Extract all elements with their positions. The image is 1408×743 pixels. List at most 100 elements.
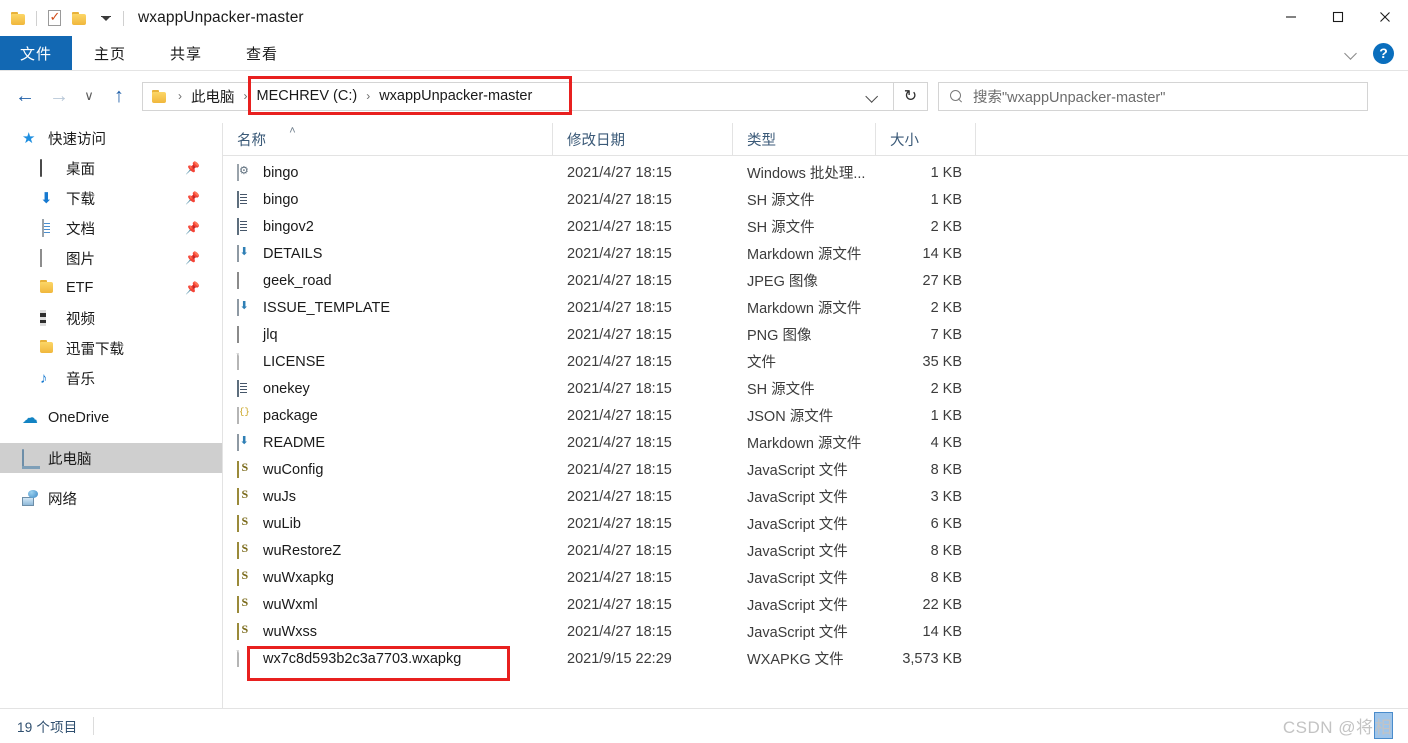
tab-home[interactable]: 主页 [72,36,148,70]
file-list-pane[interactable]: 名称 ˄ 修改日期 类型 大小 bingo2021/4/27 18:15Wind… [222,123,1408,708]
table-row[interactable]: bingov22021/4/27 18:15SH 源文件2 KB [223,213,1408,240]
column-header-date[interactable]: 修改日期 [553,123,733,156]
cell-name[interactable]: onekey [223,380,553,397]
sidebar-item-quick-access[interactable]: ★ 快速访问 [0,123,222,153]
cell-name[interactable]: wuRestoreZ [223,542,553,559]
table-row[interactable]: wuJs2021/4/27 18:15JavaScript 文件3 KB [223,483,1408,510]
pin-icon[interactable]: 📌 [185,281,200,295]
qat-divider-2 [123,11,124,26]
properties-icon[interactable] [41,5,67,31]
table-row[interactable]: wx7c8d593b2c3a7703.wxapkg2021/9/15 22:29… [223,645,1408,672]
pin-icon[interactable]: 📌 [185,251,200,265]
cell-name[interactable]: ISSUE_TEMPLATE [223,299,553,316]
table-row[interactable]: onekey2021/4/27 18:15SH 源文件2 KB [223,375,1408,402]
cell-name[interactable]: wx7c8d593b2c3a7703.wxapkg [223,650,553,667]
up-button[interactable]: ↑ [102,79,136,113]
pin-icon[interactable]: 📌 [185,221,200,235]
file-name-label: wx7c8d593b2c3a7703.wxapkg [263,651,461,667]
search-box[interactable]: 搜索"wxappUnpacker-master" [938,82,1368,111]
table-row[interactable]: DETAILS2021/4/27 18:15Markdown 源文件14 KB [223,240,1408,267]
cell-name[interactable]: wuWxml [223,596,553,613]
table-row[interactable]: README2021/4/27 18:15Markdown 源文件4 KB [223,429,1408,456]
table-row[interactable]: package2021/4/27 18:15JSON 源文件1 KB [223,402,1408,429]
table-row[interactable]: wuLib2021/4/27 18:15JavaScript 文件6 KB [223,510,1408,537]
sidebar-item-pictures[interactable]: 图片 📌 [0,243,222,273]
cell-date: 2021/4/27 18:15 [553,165,733,181]
minimize-button[interactable] [1267,0,1314,34]
sidebar-item-downloads[interactable]: ⬇ 下载 📌 [0,183,222,213]
table-row[interactable]: wuRestoreZ2021/4/27 18:15JavaScript 文件8 … [223,537,1408,564]
table-row[interactable]: ISSUE_TEMPLATE2021/4/27 18:15Markdown 源文… [223,294,1408,321]
breadcrumb[interactable]: › 此电脑 › MECHREV (C:) › wxappUnpacker-mas… [142,82,894,111]
table-row[interactable]: LICENSE2021/4/27 18:15文件35 KB [223,348,1408,375]
cell-name[interactable]: wuWxapkg [223,569,553,586]
cell-name[interactable]: bingov2 [223,218,553,235]
sidebar-item-etf[interactable]: ETF 📌 [0,273,222,303]
cell-name[interactable]: jlq [223,326,553,343]
cell-name[interactable]: DETAILS [223,245,553,262]
maximize-button[interactable] [1314,0,1361,34]
system-menu-folder-icon[interactable] [6,5,32,31]
tab-file[interactable]: 文件 [0,36,72,70]
tab-view[interactable]: 查看 [224,36,300,70]
table-row[interactable]: wuWxml2021/4/27 18:15JavaScript 文件22 KB [223,591,1408,618]
cell-name[interactable]: wuLib [223,515,553,532]
recent-locations-button[interactable]: ∨ [76,79,102,113]
file-name-label: wuLib [263,516,301,532]
sidebar-item-desktop[interactable]: 桌面 📌 [0,153,222,183]
breadcrumb-separator-2[interactable]: › [359,89,377,103]
cell-name[interactable]: bingo [223,164,553,181]
sidebar-item-onedrive[interactable]: ☁ OneDrive [0,403,222,433]
table-row[interactable]: jlq2021/4/27 18:15PNG 图像7 KB [223,321,1408,348]
breadcrumb-separator-0[interactable]: › [171,89,189,103]
sidebar-item-documents[interactable]: 文档 📌 [0,213,222,243]
table-row[interactable]: bingo2021/4/27 18:15Windows 批处理...1 KB [223,159,1408,186]
breadcrumb-item-current-folder[interactable]: wxappUnpacker-master [377,88,534,104]
table-row[interactable]: wuConfig2021/4/27 18:15JavaScript 文件8 KB [223,456,1408,483]
breadcrumb-item-this-pc[interactable]: 此电脑 [189,86,237,107]
pin-icon[interactable]: 📌 [185,191,200,205]
column-header-size[interactable]: 大小 [876,123,976,156]
cell-name[interactable]: wuJs [223,488,553,505]
cell-date: 2021/4/27 18:15 [553,516,733,532]
breadcrumb-dropdown-icon[interactable] [861,83,887,110]
csdn-watermark: CSDN @将相 [1283,713,1392,738]
cell-name[interactable]: README [223,434,553,451]
folder-icon [40,280,57,297]
table-row[interactable]: geek_road2021/4/27 18:15JPEG 图像27 KB [223,267,1408,294]
table-row[interactable]: wuWxapkg2021/4/27 18:15JavaScript 文件8 KB [223,564,1408,591]
sidebar-item-network[interactable]: 网络 [0,483,222,513]
sidebar-item-thunder-downloads[interactable]: 迅雷下载 [0,333,222,363]
cell-date: 2021/4/27 18:15 [553,543,733,559]
table-row[interactable]: bingo2021/4/27 18:15SH 源文件1 KB [223,186,1408,213]
sidebar-item-this-pc[interactable]: 此电脑 [0,443,222,473]
help-icon[interactable]: ? [1373,43,1394,64]
new-folder-icon[interactable] [67,5,93,31]
cell-size: 14 KB [876,624,976,640]
forward-button[interactable]: → [42,79,76,113]
table-row[interactable]: wuWxss2021/4/27 18:15JavaScript 文件14 KB [223,618,1408,645]
chevron-down-icon[interactable] [1345,46,1359,60]
sidebar-item-music[interactable]: ♪ 音乐 [0,363,222,393]
cell-name[interactable]: geek_road [223,272,553,289]
file-name-label: jlq [263,327,278,343]
tab-share[interactable]: 共享 [148,36,224,70]
navigation-pane[interactable]: ★ 快速访问 桌面 📌 ⬇ 下载 📌 文档 📌 图片 📌 ETF 📌 [0,123,222,708]
close-button[interactable] [1361,0,1408,34]
breadcrumb-item-drive-c[interactable]: MECHREV (C:) [255,88,360,104]
cell-name[interactable]: wuConfig [223,461,553,478]
breadcrumb-separator-1[interactable]: › [237,89,255,103]
column-header-name[interactable]: 名称 ˄ [223,123,553,156]
search-input[interactable]: 搜索"wxappUnpacker-master" [973,86,1165,107]
back-button[interactable]: ← [8,79,42,113]
customize-dropdown-icon[interactable] [93,5,119,31]
column-header-type[interactable]: 类型 [733,123,876,156]
cell-name[interactable]: wuWxss [223,623,553,640]
refresh-button[interactable]: ↻ [894,82,928,111]
pin-icon[interactable]: 📌 [185,161,200,175]
cell-name[interactable]: bingo [223,191,553,208]
cell-name[interactable]: package [223,407,553,424]
sidebar-item-videos[interactable]: 视频 [0,303,222,333]
cell-type: SH 源文件 [733,189,876,210]
cell-name[interactable]: LICENSE [223,353,553,370]
